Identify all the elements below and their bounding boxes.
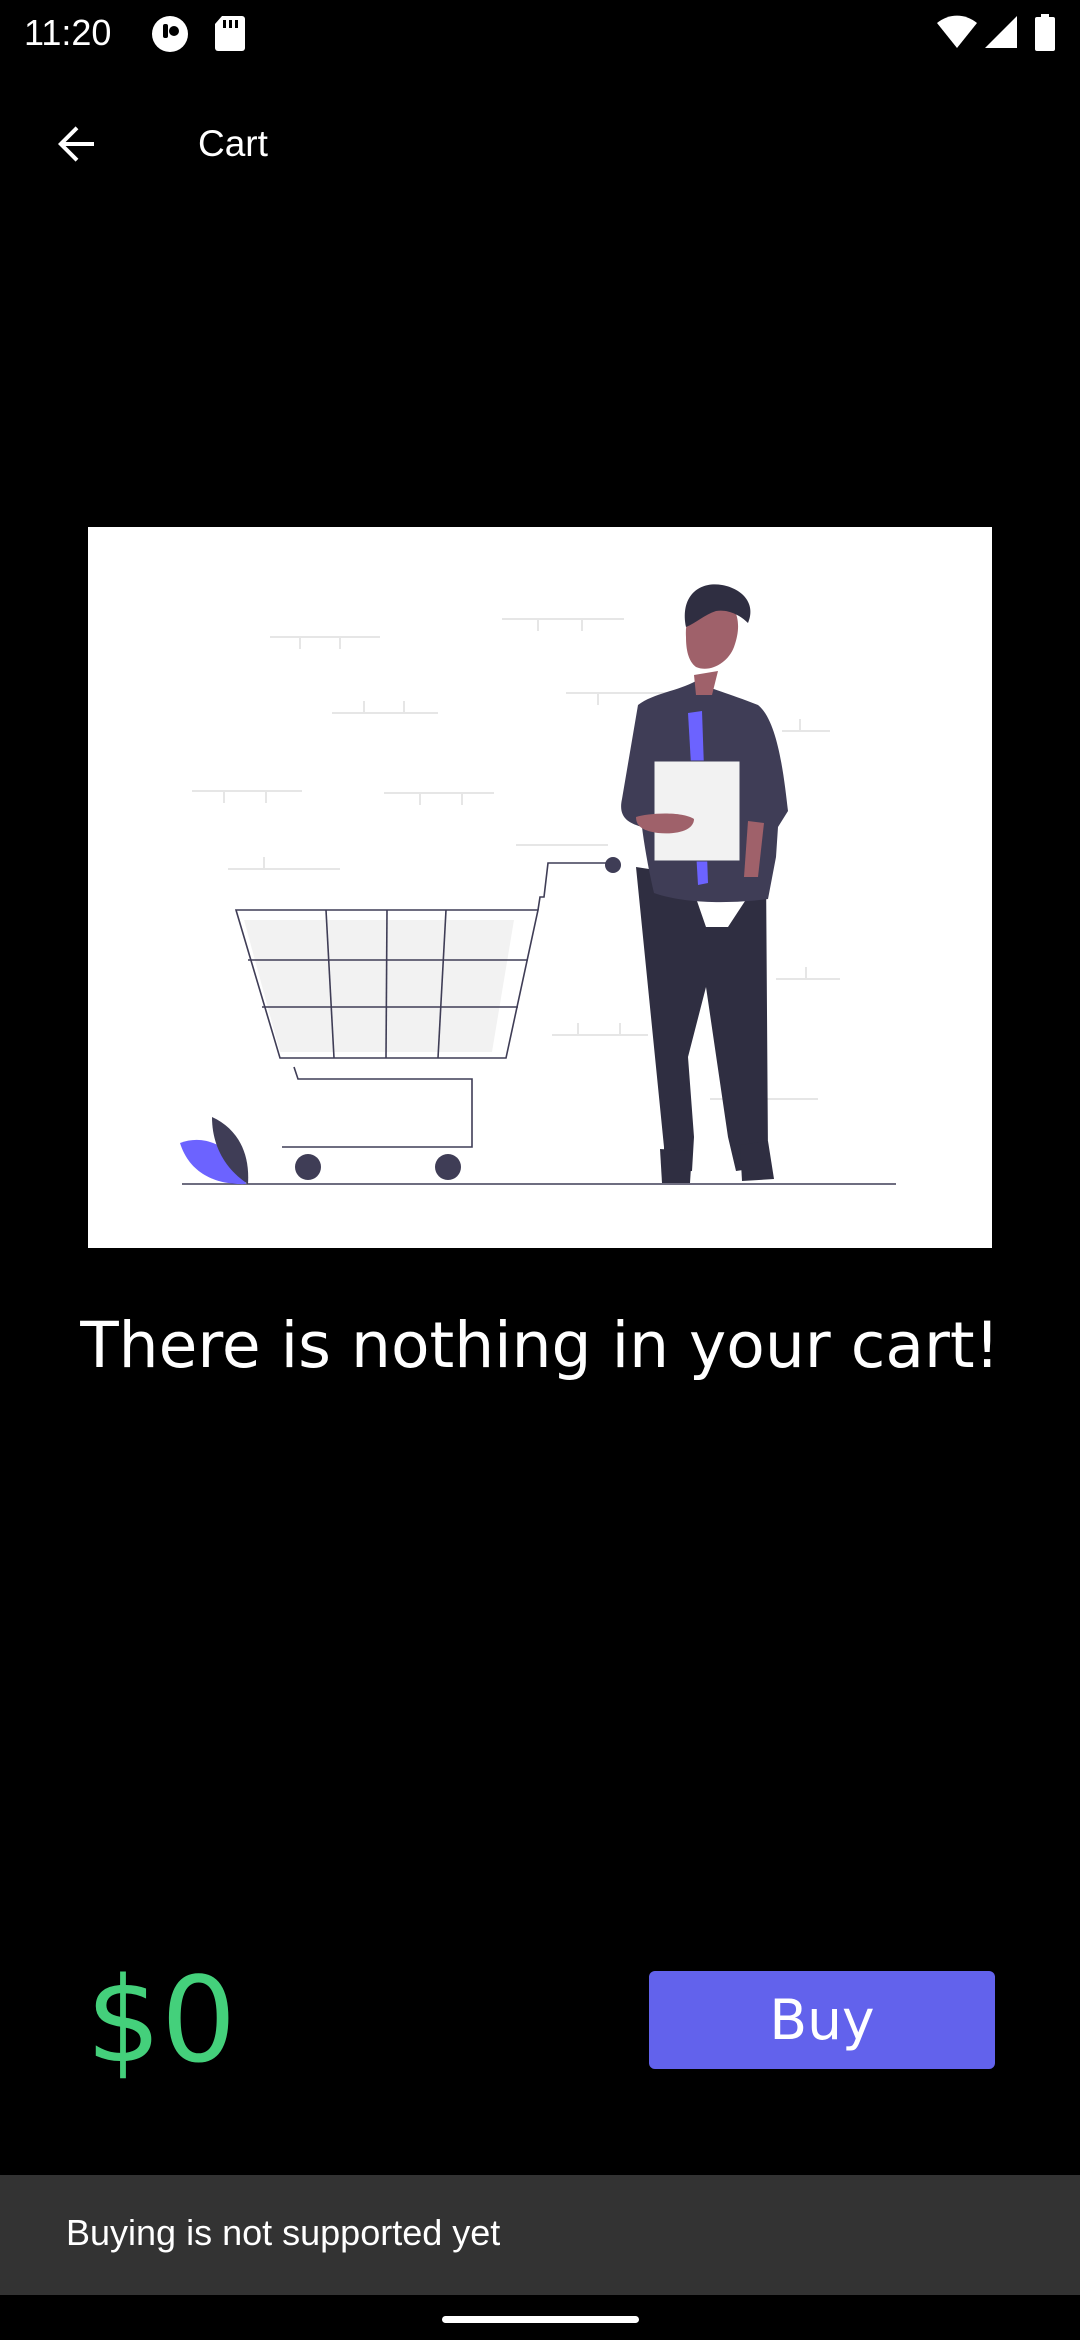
status-bar: 11:20 bbox=[0, 0, 1080, 66]
sd-card-icon bbox=[214, 14, 254, 54]
mobile-data-icon bbox=[150, 14, 190, 54]
wifi-icon bbox=[936, 14, 978, 52]
app-bar: Cart bbox=[0, 66, 1080, 218]
buy-button[interactable]: Buy bbox=[649, 1971, 995, 2069]
snackbar-message: Buying is not supported yet bbox=[66, 2212, 501, 2253]
total-price: $0 bbox=[86, 1951, 237, 2089]
arrow-back-icon bbox=[52, 120, 100, 173]
empty-cart-message: There is nothing in your cart! bbox=[80, 1309, 1000, 1382]
status-time: 11:20 bbox=[24, 12, 112, 53]
battery-icon bbox=[1034, 14, 1056, 52]
empty-cart-illustration bbox=[88, 527, 992, 1248]
gesture-nav-handle[interactable] bbox=[442, 2316, 639, 2323]
back-button[interactable] bbox=[36, 110, 116, 182]
snackbar: Buying is not supported yet bbox=[0, 2175, 1080, 2295]
signal-icon bbox=[984, 14, 1018, 52]
page-title: Cart bbox=[198, 123, 268, 164]
